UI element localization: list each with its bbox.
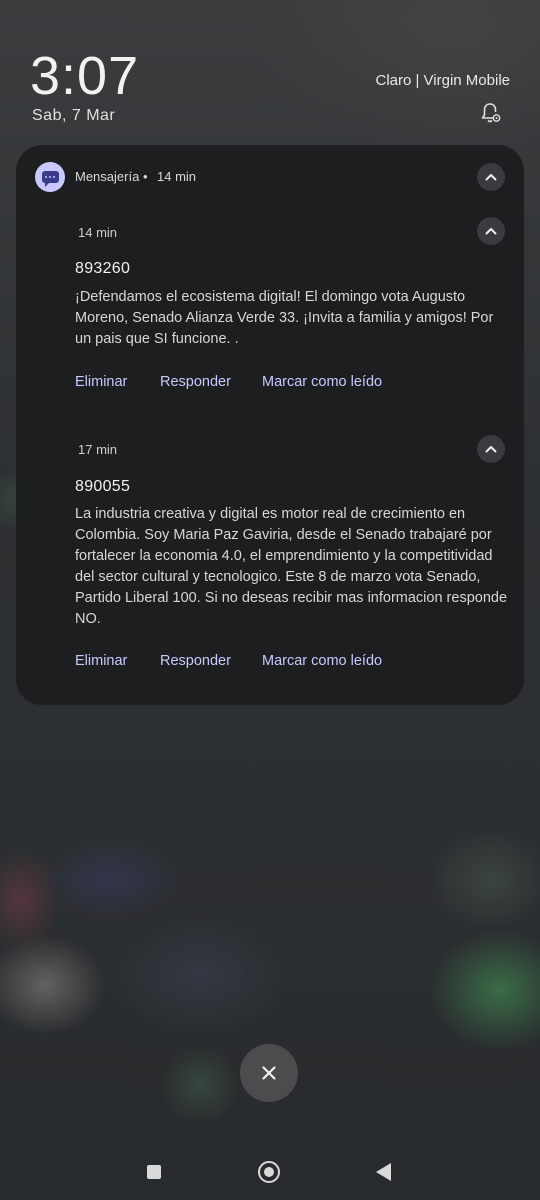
reply-button[interactable]: Responder [160,374,231,390]
chevron-up-icon [485,174,497,181]
collapse-message-button[interactable] [477,435,505,463]
back-button[interactable] [376,1163,391,1181]
lockscreen-clock: 3:07 [30,46,140,106]
message-body: La industria creativa y digital es motor… [75,506,508,627]
mark-read-button[interactable]: Marcar como leído [262,653,382,669]
carrier-label: Claro | Virgin Mobile [375,72,510,89]
close-icon [262,1066,276,1080]
notification-settings-icon[interactable] [478,101,502,125]
message-body: ¡Defendamos el ecosistema digital! El do… [75,289,494,347]
collapse-message-button[interactable] [477,217,505,245]
home-button[interactable] [258,1161,280,1183]
message-time: 14 min [78,225,118,240]
app-time: 14 min [157,169,197,184]
messaging-icon [35,162,65,192]
mark-read-button[interactable]: Marcar como leído [262,374,382,390]
app-name: Mensajería [75,169,140,184]
notification-panel[interactable]: Mensajería • 14 min 14 min 893260 ¡Defen… [16,145,524,705]
clear-all-button[interactable] [240,1044,298,1102]
reply-button[interactable]: Responder [160,653,231,669]
recents-button[interactable] [147,1165,161,1179]
delete-button[interactable]: Eliminar [75,374,127,390]
delete-button[interactable]: Eliminar [75,653,127,669]
header-separator: • [143,169,148,184]
message-sender: 893260 [75,260,131,277]
message-time: 17 min [78,442,118,457]
collapse-group-button[interactable] [477,163,505,191]
chevron-up-icon [485,228,497,235]
chevron-up-icon [485,446,497,453]
message-sender: 890055 [75,478,131,495]
lockscreen-date: Sab, 7 Mar [32,107,116,124]
